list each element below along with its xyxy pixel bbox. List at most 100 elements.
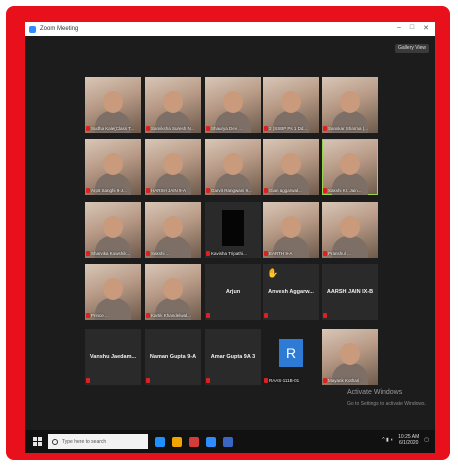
search-icon <box>52 438 58 445</box>
mic-muted-icon <box>146 188 150 193</box>
search-placeholder: Type here to search <box>62 438 107 445</box>
taskbar-app-icon[interactable] <box>223 436 233 447</box>
participant-name: Kavisha Tripathi... <box>211 251 247 256</box>
zoom-app-icon <box>29 25 36 33</box>
mic-muted-icon <box>86 378 90 383</box>
participant-video-face <box>340 153 360 175</box>
mic-muted-icon <box>146 378 150 383</box>
participant-tile[interactable]: Vanshu Jaedam... <box>85 329 141 385</box>
participant-tile[interactable]: Samiksha Suresh N... <box>145 77 201 133</box>
participant-name: HARSH JAIN 9-A <box>151 188 187 193</box>
participant-tile[interactable]: Kartik Khandelwal... <box>145 264 201 320</box>
taskbar-app-icon[interactable] <box>172 436 182 447</box>
participant-name: Samiksha Suresh N... <box>151 126 195 131</box>
participant-tile[interactable]: Sanskar Sharma (... <box>322 77 378 133</box>
taskbar-app-icon[interactable] <box>206 436 216 447</box>
participant-video-face <box>163 153 183 175</box>
participant-tile[interactable]: Mayank Kothari <box>322 329 378 385</box>
mic-muted-icon <box>146 313 150 318</box>
participant-name: Amar Gupta 9A 3 <box>210 354 256 360</box>
raised-hand-icon: ✋ <box>267 268 279 278</box>
participant-tile[interactable]: R RAAS-111B-01 <box>263 329 319 385</box>
tray-icons[interactable]: ^ ▮ ◖ <box>382 437 393 443</box>
system-tray: ^ ▮ ◖ 10:25 AM 6/1/2020 ▢ <box>382 434 429 446</box>
participant-tile[interactable]: Pranshul ... <box>322 202 378 258</box>
participant-name: Sanskar Sharma (... <box>328 126 369 131</box>
participant-name: 2 (SSBP Ps 1 Dd... <box>269 126 308 131</box>
mic-muted-icon <box>323 378 327 383</box>
window-title: Zoom Meeting <box>40 26 79 32</box>
start-button[interactable] <box>33 437 42 446</box>
participant-tile[interactable]: Sakshi Kr. Jain... <box>322 139 378 195</box>
taskbar-search-box[interactable]: Type here to search <box>48 434 148 449</box>
notification-icon[interactable]: ▢ <box>424 437 429 443</box>
mic-muted-icon <box>323 251 327 256</box>
participant-name: Sakshi Kr. Jain... <box>328 188 362 193</box>
participant-video-face <box>163 278 183 300</box>
mic-muted-icon <box>264 251 268 256</box>
participant-name: Prince ... <box>91 313 109 318</box>
participant-tile[interactable]: Prince ... <box>85 264 141 320</box>
participant-name: Gian aggarwal... <box>269 188 302 193</box>
participant-tile[interactable]: ✋ Anvesh Aggarw... <box>263 264 319 320</box>
mic-muted-icon <box>264 378 268 383</box>
maximize-button[interactable]: □ <box>410 24 414 32</box>
mic-muted-icon <box>264 313 268 318</box>
participant-tile[interactable]: HARSH JAIN 9-A <box>145 139 201 195</box>
close-button[interactable]: ✕ <box>423 24 429 32</box>
participant-name: Pranshul ... <box>328 251 351 256</box>
participant-tile[interactable]: Gian aggarwal... <box>263 139 319 195</box>
participant-tile[interactable]: Arpit Sanghi 9-J... <box>85 139 141 195</box>
participant-name: Shaurya Dev ... <box>211 126 243 131</box>
mic-muted-icon <box>206 126 210 131</box>
participant-tile[interactable]: Sudha Kale(Class T... <box>85 77 141 133</box>
minimize-button[interactable]: – <box>397 24 401 32</box>
participant-name: Sharvika Kowshik... <box>91 251 131 256</box>
participant-tile[interactable]: Amar Gupta 9A 3 <box>205 329 261 385</box>
activate-windows-hint: Go to Settings to activate Windows. <box>347 401 426 407</box>
mic-muted-icon <box>206 378 210 383</box>
clock[interactable]: 10:25 AM 6/1/2020 <box>398 434 419 446</box>
participant-name: Garvit Rangwani 9... <box>211 188 252 193</box>
participant-video-face <box>103 153 123 175</box>
participant-name: RAAS-111B-01 <box>269 378 300 383</box>
participant-video-face <box>103 216 123 238</box>
mic-muted-icon <box>206 251 210 256</box>
mic-muted-icon <box>264 188 268 193</box>
participant-video-face <box>340 91 360 113</box>
activate-windows-title: Activate Windows <box>347 389 403 396</box>
participant-tile[interactable]: Sakshi ... <box>145 202 201 258</box>
mic-muted-icon <box>86 126 90 131</box>
participant-name: Sakshi ... <box>151 251 170 256</box>
participant-video-face <box>223 91 243 113</box>
participant-name: Anvesh Aggarw... <box>268 289 314 295</box>
participant-tile[interactable]: Sharvika Kowshik... <box>85 202 141 258</box>
participant-name: Vanshu Jaedam... <box>89 354 137 360</box>
taskbar-app-icon[interactable] <box>155 436 165 447</box>
participant-video-face <box>281 91 301 113</box>
mic-muted-icon <box>86 313 90 318</box>
mic-muted-icon <box>86 251 90 256</box>
zoom-meeting-window: Zoom Meeting – □ ✕ Gallery View Sudha Ka… <box>25 22 435 453</box>
participant-tile[interactable]: 2 (SSBP Ps 1 Dd... <box>263 77 319 133</box>
participant-tile[interactable]: AARSH JAIN IX-B <box>322 264 378 320</box>
participant-name: Mayank Kothari <box>328 378 360 383</box>
participant-name: EARTH 9-A <box>269 251 293 256</box>
participant-video-face <box>281 153 301 175</box>
avatar: R <box>279 339 303 367</box>
taskbar-app-icon[interactable] <box>189 436 199 447</box>
participant-tile[interactable]: Shaurya Dev ... <box>205 77 261 133</box>
participant-name: Naman Gupta 9-A <box>149 354 197 360</box>
participant-video-black <box>222 210 244 246</box>
participant-tile[interactable]: EARTH 9-A <box>263 202 319 258</box>
participant-tile[interactable]: Kavisha Tripathi... <box>205 202 261 258</box>
participant-tile[interactable]: Garvit Rangwani 9... <box>205 139 261 195</box>
mic-muted-icon <box>206 188 210 193</box>
participant-tile[interactable]: Naman Gupta 9-A <box>145 329 201 385</box>
participant-tile[interactable]: Arjun <box>205 264 261 320</box>
participant-video-face <box>103 278 123 300</box>
gallery-view-button[interactable]: Gallery View <box>395 44 429 53</box>
mic-muted-icon <box>323 313 327 318</box>
participant-name: Arjun <box>225 289 241 295</box>
mic-muted-icon <box>264 126 268 131</box>
